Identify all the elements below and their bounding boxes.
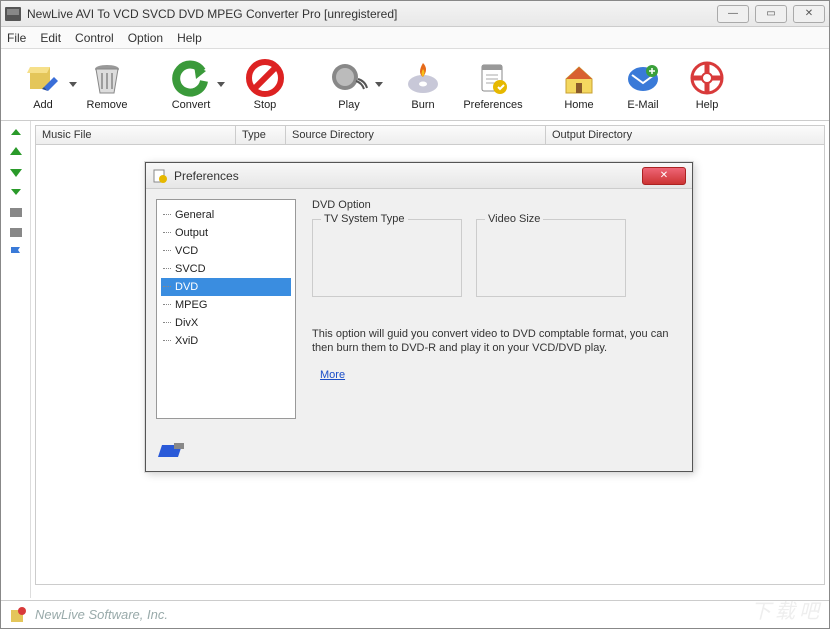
option-description: This option will guid you convert video … (312, 327, 676, 355)
titlebar: NewLive AVI To VCD SVCD DVD MPEG Convert… (1, 1, 829, 27)
tree-mpeg[interactable]: MPEG (161, 296, 291, 314)
menu-control[interactable]: Control (75, 31, 114, 45)
more-link[interactable]: More (320, 369, 345, 381)
app-icon (5, 7, 21, 21)
dialog-close-button[interactable]: ✕ (642, 167, 686, 185)
burn-label: Burn (411, 99, 434, 111)
status-text: NewLive Software, Inc. (35, 607, 168, 622)
preferences-icon (474, 59, 512, 97)
toolbar: Add Remove Convert Stop (1, 49, 829, 121)
play-button[interactable]: Play (317, 54, 381, 116)
add-label: Add (33, 99, 53, 111)
tool-add-group: Add (11, 54, 75, 116)
option-groups: TV System Type Video Size (312, 219, 676, 297)
play-dropdown-icon[interactable] (375, 82, 383, 87)
home-button[interactable]: Home (547, 54, 611, 116)
menu-option[interactable]: Option (128, 31, 163, 45)
window-controls: — ▭ ✕ (717, 5, 825, 23)
col-type[interactable]: Type (236, 126, 286, 144)
add-dropdown-icon[interactable] (69, 82, 77, 87)
tree-dvd[interactable]: DVD (161, 278, 291, 296)
menu-help[interactable]: Help (177, 31, 202, 45)
col-output-dir[interactable]: Output Directory (546, 126, 824, 144)
tree-divx[interactable]: DivX (161, 314, 291, 332)
tree-output[interactable]: Output (161, 224, 291, 242)
tree-svcd[interactable]: SVCD (161, 260, 291, 278)
video-size-group: Video Size (476, 219, 626, 297)
stop-button[interactable]: Stop (233, 54, 297, 116)
col-music-file[interactable]: Music File (36, 126, 236, 144)
move-up-icon[interactable] (8, 145, 24, 159)
category-tree[interactable]: General Output VCD SVCD DVD MPEG DivX Xv… (156, 199, 296, 419)
main-window: NewLive AVI To VCD SVCD DVD MPEG Convert… (0, 0, 830, 629)
statusbar: NewLive Software, Inc. (1, 600, 829, 628)
maximize-button[interactable]: ▭ (755, 5, 787, 23)
minimize-button[interactable]: — (717, 5, 749, 23)
tool-convert-group: Convert (159, 54, 223, 116)
menubar: File Edit Control Option Help (1, 27, 829, 49)
col-source-dir[interactable]: Source Directory (286, 126, 546, 144)
move-down-icon[interactable] (8, 165, 24, 179)
tool-play-group: Play (317, 54, 381, 116)
columns-header: Music File Type Source Directory Output … (35, 125, 825, 145)
status-icon (9, 606, 27, 624)
preferences-button[interactable]: Preferences (455, 54, 531, 116)
help-icon (688, 59, 726, 97)
options-pane: DVD Option TV System Type Video Size Thi… (306, 199, 682, 461)
convert-dropdown-icon[interactable] (217, 82, 225, 87)
preferences-dialog: Preferences ✕ General Output VCD SVCD DV… (145, 162, 693, 472)
move-top-icon[interactable] (8, 125, 24, 139)
tree-general[interactable]: General (161, 206, 291, 224)
email-label: E-Mail (627, 99, 658, 111)
close-button[interactable]: ✕ (793, 5, 825, 23)
remove-label: Remove (87, 99, 128, 111)
side-strip (1, 121, 31, 598)
dialog-title: Preferences (174, 169, 642, 183)
convert-button[interactable]: Convert (159, 54, 223, 116)
pane-heading: DVD Option (312, 199, 676, 211)
burn-icon (404, 59, 442, 97)
burn-button[interactable]: Burn (391, 54, 455, 116)
dialog-icon (152, 168, 168, 184)
add-button[interactable]: Add (11, 54, 75, 116)
side-icon-5[interactable] (8, 205, 24, 219)
menu-file[interactable]: File (7, 31, 26, 45)
email-icon (624, 59, 662, 97)
help-label: Help (696, 99, 719, 111)
tree-vcd[interactable]: VCD (161, 242, 291, 260)
video-size-legend: Video Size (485, 213, 543, 225)
stop-icon (246, 59, 284, 97)
side-icon-6[interactable] (8, 225, 24, 239)
tv-system-group: TV System Type (312, 219, 462, 297)
tv-system-legend: TV System Type (321, 213, 408, 225)
convert-icon (172, 59, 210, 97)
menu-edit[interactable]: Edit (40, 31, 61, 45)
home-label: Home (564, 99, 593, 111)
remove-button[interactable]: Remove (75, 54, 139, 116)
tree-xvid[interactable]: XviD (161, 332, 291, 350)
move-bottom-icon[interactable] (8, 185, 24, 199)
dialog-titlebar: Preferences ✕ (146, 163, 692, 189)
play-label: Play (338, 99, 359, 111)
dialog-body: General Output VCD SVCD DVD MPEG DivX Xv… (146, 189, 692, 471)
side-flag-icon[interactable] (8, 245, 24, 259)
add-icon (24, 59, 62, 97)
convert-label: Convert (172, 99, 211, 111)
watermark: 下载吧 (751, 595, 823, 624)
stop-label: Stop (254, 99, 277, 111)
email-button[interactable]: E-Mail (611, 54, 675, 116)
remove-icon (88, 59, 126, 97)
window-title: NewLive AVI To VCD SVCD DVD MPEG Convert… (27, 7, 717, 21)
dialog-bottom-icon (158, 443, 186, 461)
play-icon (330, 59, 368, 97)
preferences-label: Preferences (463, 99, 522, 111)
help-button[interactable]: Help (675, 54, 739, 116)
home-icon (560, 59, 598, 97)
